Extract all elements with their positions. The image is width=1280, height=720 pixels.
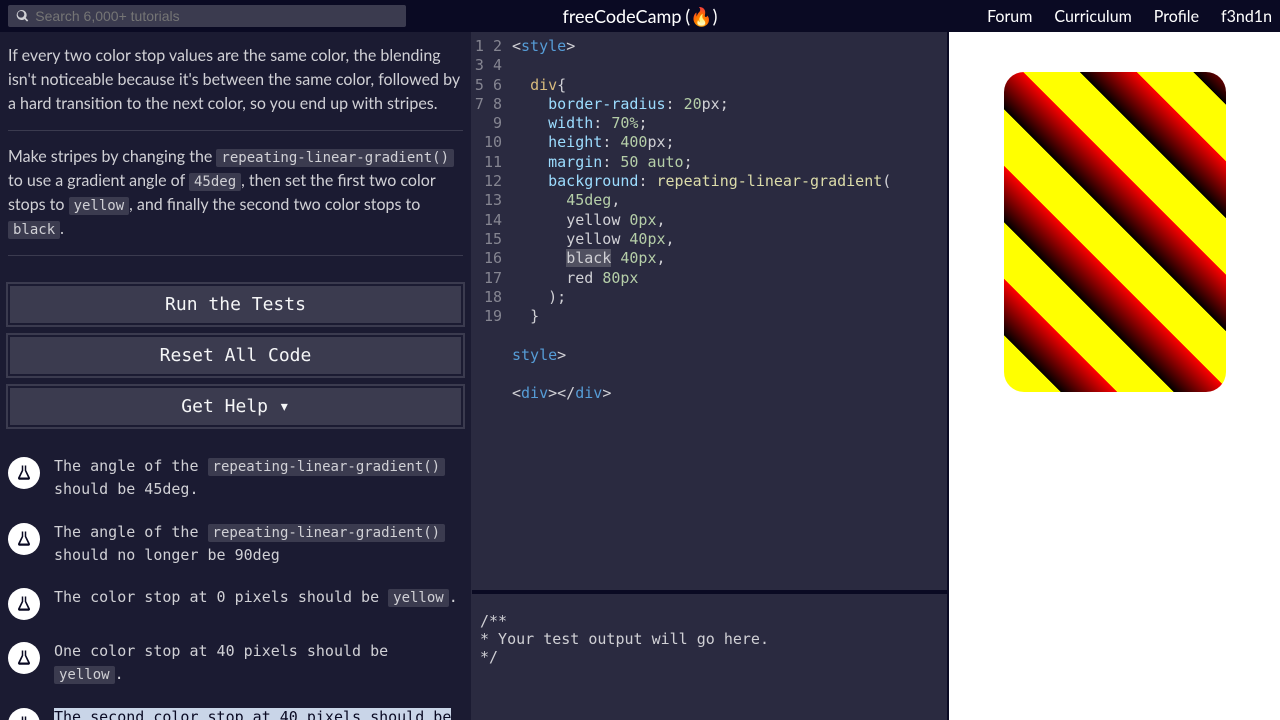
test-row: The angle of the repeating-linear-gradie… <box>8 511 463 577</box>
flask-icon <box>8 457 40 489</box>
test-row: The angle of the repeating-linear-gradie… <box>8 445 463 511</box>
reset-code-button[interactable]: Reset All Code <box>8 335 463 376</box>
brand-text: freeCodeCamp <box>563 5 682 27</box>
top-bar: freeCodeCamp(🔥) Forum Curriculum Profile… <box>0 0 1280 32</box>
nav-curriculum[interactable]: Curriculum <box>1054 7 1131 26</box>
test-row: One color stop at 40 pixels should be ye… <box>8 630 463 696</box>
get-help-button[interactable]: Get Help ▾ <box>8 386 463 427</box>
fire-icon: (🔥) <box>685 5 717 28</box>
code-editor[interactable]: 1 2 3 4 5 6 7 8 9 10 11 12 13 14 15 16 1… <box>472 32 947 590</box>
instruction-p2: Make stripes by changing the repeating-l… <box>8 145 463 241</box>
run-tests-button[interactable]: Run the Tests <box>8 284 463 325</box>
instructions: If every two color stop values are the s… <box>8 40 463 284</box>
test-row: The second color stop at 40 pixels shoul… <box>8 696 463 720</box>
nav-forum[interactable]: Forum <box>987 7 1032 26</box>
line-gutter: 1 2 3 4 5 6 7 8 9 10 11 12 13 14 15 16 1… <box>472 37 512 590</box>
test-text: One color stop at 40 pixels should be ye… <box>54 640 463 686</box>
divider <box>8 130 463 131</box>
editor-pane: 1 2 3 4 5 6 7 8 9 10 11 12 13 14 15 16 1… <box>472 32 949 720</box>
code-content[interactable]: <style> div{ border-radius: 20px; width:… <box>512 37 947 590</box>
flask-icon <box>8 708 40 720</box>
instruction-p1: If every two color stop values are the s… <box>8 44 463 116</box>
search-wrap[interactable] <box>8 5 406 27</box>
test-text: The angle of the repeating-linear-gradie… <box>54 455 463 501</box>
main: If every two color stop values are the s… <box>0 32 1280 720</box>
nav-user[interactable]: f3nd1n <box>1221 7 1272 26</box>
nav-profile[interactable]: Profile <box>1154 7 1199 26</box>
console-output: /** * Your test output will go here. */ <box>472 590 947 720</box>
brand-logo[interactable]: freeCodeCamp(🔥) <box>563 5 718 28</box>
flask-icon <box>8 523 40 555</box>
test-row: The color stop at 0 pixels should be yel… <box>8 576 463 630</box>
divider <box>8 255 463 256</box>
flask-icon <box>8 642 40 674</box>
test-text: The color stop at 0 pixels should be yel… <box>54 586 463 609</box>
instructions-pane: If every two color stop values are the s… <box>0 32 472 720</box>
test-text: The angle of the repeating-linear-gradie… <box>54 521 463 567</box>
test-text: The second color stop at 40 pixels shoul… <box>54 706 463 720</box>
preview-div <box>1004 72 1226 392</box>
flask-icon <box>8 588 40 620</box>
chevron-down-icon: ▾ <box>279 396 290 417</box>
search-input[interactable] <box>35 8 398 24</box>
preview-pane <box>949 32 1280 720</box>
search-icon <box>16 9 29 23</box>
nav-right: Forum Curriculum Profile f3nd1n <box>987 7 1272 26</box>
tests-list: The angle of the repeating-linear-gradie… <box>8 445 463 720</box>
